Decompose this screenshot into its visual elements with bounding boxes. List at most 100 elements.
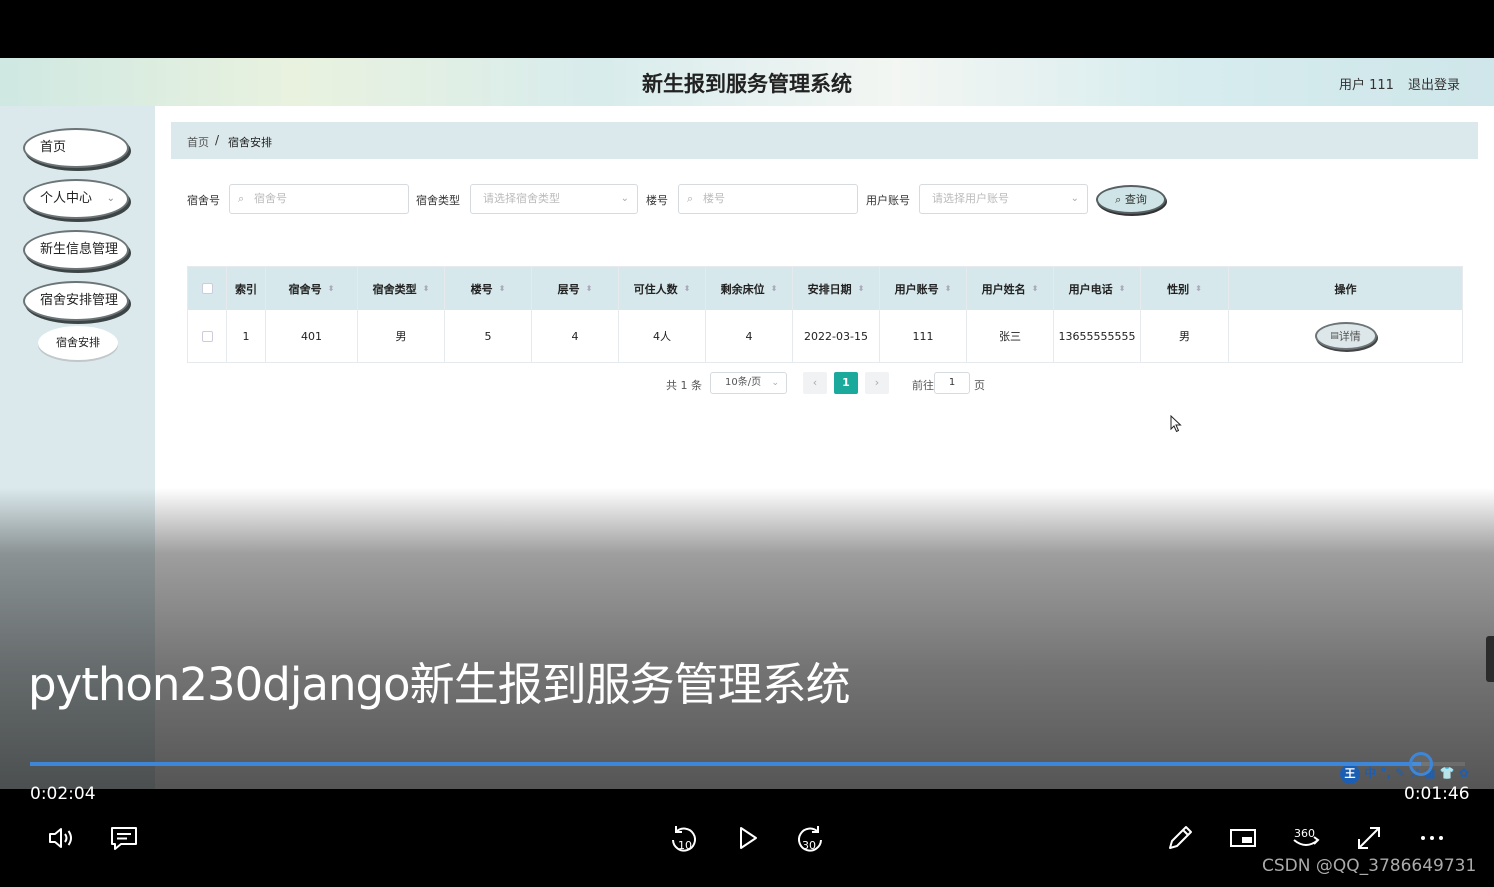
prev-page-button[interactable]: ‹ bbox=[803, 372, 827, 394]
sidebar-item-personal-center[interactable]: 个人中心 ⌄ bbox=[23, 179, 129, 219]
subtitles-icon[interactable] bbox=[108, 822, 140, 854]
pen-icon[interactable] bbox=[1164, 822, 1196, 854]
breadcrumb: 首页 / 宿舍安排 bbox=[171, 122, 1478, 159]
search-button[interactable]: ⌕ 查询 bbox=[1096, 185, 1166, 214]
volume-icon[interactable] bbox=[45, 822, 77, 854]
side-panel-handle[interactable] bbox=[1486, 636, 1494, 682]
sort-icon[interactable]: ⬍ bbox=[423, 284, 430, 293]
dorm-no-input[interactable]: ⌕ 宿舍号 bbox=[229, 184, 409, 214]
sort-icon[interactable]: ⬍ bbox=[1032, 284, 1039, 293]
column-header[interactable]: 宿舍类型 ⬍ bbox=[358, 267, 445, 310]
goto-suffix: 页 bbox=[974, 379, 985, 392]
column-header[interactable]: 可住人数 ⬍ bbox=[619, 267, 706, 310]
column-header[interactable]: 用户姓名 ⬍ bbox=[967, 267, 1054, 310]
seek-bar-knob[interactable] bbox=[1408, 752, 1433, 776]
column-header[interactable]: 用户账号 ⬍ bbox=[880, 267, 967, 310]
sort-icon[interactable]: ⬍ bbox=[771, 284, 778, 293]
column-header-label: 楼号 bbox=[470, 282, 493, 296]
sidebar-item-label: 宿舍安排管理 bbox=[40, 293, 119, 308]
sidebar-item-dorm-management[interactable]: 宿舍安排管理 bbox=[23, 281, 129, 321]
sidebar-subitem-dorm-arrangement[interactable]: 宿舍安排 bbox=[38, 326, 118, 360]
video-player: 新生报到服务管理系统 用户 111 退出登录 首页 个人中心 ⌄ 新生信息管理 … bbox=[0, 0, 1494, 887]
dorm-type-select[interactable]: 请选择宿舍类型 ⌄ bbox=[470, 184, 638, 214]
svg-text:10: 10 bbox=[678, 839, 692, 852]
sidebar-item-label: 新生信息管理 bbox=[40, 242, 119, 257]
column-header[interactable]: 层号 ⬍ bbox=[532, 267, 619, 310]
sort-icon[interactable]: ⬍ bbox=[328, 284, 335, 293]
app-header: 新生报到服务管理系统 用户 111 退出登录 bbox=[0, 58, 1494, 106]
account-placeholder: 请选择用户账号 bbox=[932, 192, 1009, 205]
dorm-no-label: 宿舍号 bbox=[187, 194, 220, 207]
table-row: 1 401 男 5 4 4人 4 2022-03-15 111 张三 13655555555 男 ▤ 详… bbox=[188, 310, 1463, 362]
user-label: 用户 111 bbox=[1339, 78, 1394, 93]
select-all-checkbox[interactable] bbox=[201, 283, 213, 294]
video-title: python230django新生报到服务管理系统 bbox=[28, 658, 851, 711]
table-cell: 1 bbox=[227, 310, 266, 362]
column-header-label: 性别 bbox=[1167, 282, 1190, 296]
sort-icon[interactable]: ⬍ bbox=[586, 284, 593, 293]
sort-icon[interactable]: ⬍ bbox=[945, 284, 952, 293]
sort-icon[interactable]: ⬍ bbox=[858, 284, 865, 293]
chevron-down-icon: ⌄ bbox=[620, 193, 629, 204]
page-size-select[interactable]: 10条/页 ⌄ bbox=[710, 372, 787, 394]
sort-icon[interactable]: ⬍ bbox=[1195, 284, 1202, 293]
next-page-button[interactable]: › bbox=[865, 372, 889, 394]
cell-value: 401 bbox=[301, 329, 322, 343]
sidebar-item-student-info[interactable]: 新生信息管理 bbox=[23, 230, 129, 270]
goto-label: 前往 bbox=[912, 379, 934, 392]
sort-icon[interactable]: ⬍ bbox=[684, 284, 691, 293]
breadcrumb-home[interactable]: 首页 bbox=[187, 134, 209, 150]
page-size-value: 10条/页 bbox=[725, 377, 762, 388]
data-table: 索引 宿舍号 ⬍ 宿舍类型 ⬍ 楼号 ⬍ 层号 ⬍ 可住人数 ⬍ 剩余床位 ⬍ 安排日期 ⬍ 用户账号 ⬍ 用户姓… bbox=[187, 266, 1463, 363]
cell-value: 5 bbox=[484, 329, 492, 343]
column-header[interactable]: 安排日期 ⬍ bbox=[793, 267, 880, 310]
chevron-down-icon: ⌄ bbox=[106, 193, 115, 204]
goto-page-input[interactable]: 1 bbox=[934, 372, 970, 394]
column-header-label: 用户账号 bbox=[894, 282, 939, 296]
row-checkbox[interactable] bbox=[201, 330, 213, 342]
rewind-10-icon[interactable]: 10 bbox=[668, 822, 700, 854]
svg-text:30: 30 bbox=[802, 839, 816, 852]
sort-icon[interactable]: ⬍ bbox=[1119, 284, 1126, 293]
cell-value: 2022-03-15 bbox=[804, 329, 868, 343]
breadcrumb-current: 宿舍安排 bbox=[228, 136, 272, 149]
column-header[interactable]: 剩余床位 ⬍ bbox=[706, 267, 793, 310]
table-cell: 2022-03-15 bbox=[793, 310, 880, 362]
sort-icon[interactable]: ⬍ bbox=[499, 284, 506, 293]
building-input[interactable]: ⌕ 楼号 bbox=[678, 184, 858, 214]
building-label: 楼号 bbox=[646, 194, 668, 207]
video-frame: 新生报到服务管理系统 用户 111 退出登录 首页 个人中心 ⌄ 新生信息管理 … bbox=[0, 58, 1494, 789]
fullscreen-icon[interactable] bbox=[1353, 822, 1385, 854]
dorm-type-label: 宿舍类型 bbox=[416, 194, 460, 207]
column-header[interactable]: 楼号 ⬍ bbox=[445, 267, 532, 310]
table-cell: 111 bbox=[880, 310, 967, 362]
column-header-label: 层号 bbox=[557, 282, 580, 296]
table-cell: 5 bbox=[445, 310, 532, 362]
building-placeholder: 楼号 bbox=[703, 192, 725, 205]
logout-link[interactable]: 退出登录 bbox=[1408, 74, 1460, 93]
detail-button[interactable]: ▤ 详情 bbox=[1314, 322, 1377, 350]
sidebar-item-home[interactable]: 首页 bbox=[23, 128, 129, 168]
breadcrumb-separator: / bbox=[215, 133, 220, 147]
column-header[interactable]: 用户电话 ⬍ bbox=[1054, 267, 1141, 310]
dorm-no-placeholder: 宿舍号 bbox=[254, 192, 287, 205]
table-cell: 4 bbox=[706, 310, 793, 362]
column-header: 索引 bbox=[227, 267, 266, 310]
forward-30-icon[interactable]: 30 bbox=[794, 822, 826, 854]
current-page-button[interactable]: 1 bbox=[834, 372, 858, 394]
column-header-label: 用户姓名 bbox=[981, 282, 1026, 296]
search-icon: ⌕ bbox=[1115, 193, 1125, 206]
ime-logo-icon: 王 bbox=[1340, 764, 1360, 784]
seek-bar[interactable] bbox=[30, 752, 1465, 776]
miniplayer-icon[interactable] bbox=[1227, 822, 1259, 854]
play-icon[interactable] bbox=[731, 822, 763, 854]
more-icon[interactable] bbox=[1416, 822, 1448, 854]
column-header[interactable]: 性别 ⬍ bbox=[1141, 267, 1229, 310]
table-cell: 4 bbox=[532, 310, 619, 362]
column-header[interactable]: 宿舍号 ⬍ bbox=[266, 267, 358, 310]
view-360-icon[interactable]: 360 bbox=[1290, 822, 1322, 854]
account-select[interactable]: 请选择用户账号 ⌄ bbox=[919, 184, 1088, 214]
table-cell: 男 bbox=[1141, 310, 1229, 362]
watermark: CSDN @QQ_3786649731 bbox=[1262, 856, 1477, 876]
search-icon: ⌕ bbox=[238, 192, 245, 205]
